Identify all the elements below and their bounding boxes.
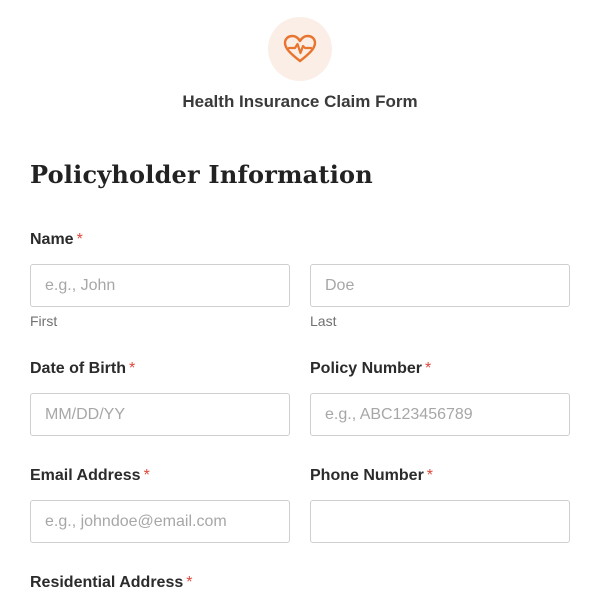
name-label: Name * — [30, 231, 83, 249]
name-label-text: Name — [30, 231, 74, 248]
form-logo — [268, 17, 332, 81]
dob-input[interactable] — [30, 393, 290, 436]
required-mark: * — [129, 360, 136, 377]
email-label: Email Address * — [30, 467, 150, 485]
section-title: Policyholder Information — [30, 160, 373, 189]
email-input[interactable] — [30, 500, 290, 543]
required-mark: * — [425, 360, 432, 377]
policy-number-label-text: Policy Number — [310, 360, 423, 377]
required-mark: * — [143, 467, 150, 484]
required-mark: * — [426, 467, 434, 484]
email-label-text: Email Address — [30, 467, 141, 484]
phone-label: Phone Number * — [310, 467, 433, 485]
heartbeat-icon — [283, 34, 317, 63]
first-name-sublabel: First — [30, 313, 58, 329]
required-mark: * — [76, 231, 83, 248]
dob-label: Date of Birth * — [30, 360, 135, 378]
address-label: Residential Address * — [30, 574, 192, 592]
required-mark: * — [186, 574, 193, 591]
last-name-sublabel: Last — [310, 313, 337, 329]
policy-number-label: Policy Number * — [310, 360, 431, 378]
last-name-input[interactable] — [310, 264, 570, 307]
phone-label-text: Phone Number — [310, 467, 424, 484]
policy-number-input[interactable] — [310, 393, 570, 436]
phone-input[interactable] — [310, 500, 570, 543]
form-title: Health Insurance Claim Form — [182, 92, 418, 111]
first-name-input[interactable] — [30, 264, 290, 307]
address-label-text: Residential Address — [30, 574, 184, 591]
dob-label-text: Date of Birth — [30, 360, 126, 377]
